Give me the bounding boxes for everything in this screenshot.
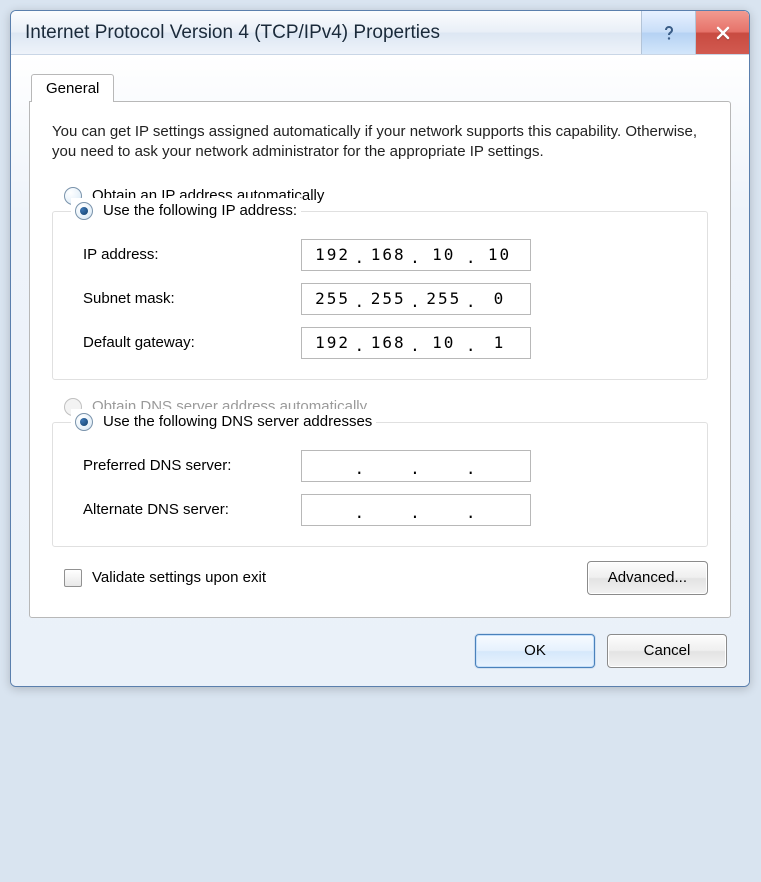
default-gateway-label: Default gateway: [71,334,301,351]
ip-octet: 0 [479,289,519,308]
ip-octet: 168 [368,333,408,352]
window-title: Internet Protocol Version 4 (TCP/IPv4) P… [25,22,641,44]
cancel-button[interactable]: Cancel [607,634,727,668]
subnet-mask-input[interactable]: 255. 255. 255. 0 [301,283,531,315]
ok-button[interactable]: OK [475,634,595,668]
subnet-mask-label: Subnet mask: [71,290,301,307]
radio-ip-manual-row[interactable]: Use the following IP address: [75,198,297,224]
validate-checkbox[interactable] [64,569,82,587]
validate-checkbox-row[interactable]: Validate settings upon exit [52,569,266,587]
preferred-dns-row: Preferred DNS server: . . . [71,444,689,488]
radio-ip-manual-label: Use the following IP address: [103,202,297,219]
radio-ip-manual[interactable] [75,202,93,220]
ip-fieldset: Use the following IP address: IP address… [52,211,708,380]
validate-checkbox-label: Validate settings upon exit [92,569,266,586]
help-button[interactable] [641,11,695,54]
ip-octet: 192 [313,333,353,352]
default-gateway-input[interactable]: 192. 168. 10. 1 [301,327,531,359]
ip-octet: 168 [368,245,408,264]
radio-dns-manual-row[interactable]: Use the following DNS server addresses [75,409,372,435]
ip-octet: 192 [313,245,353,264]
dialog-body: General You can get IP settings assigned… [11,55,749,686]
close-icon [714,24,732,42]
alternate-dns-row: Alternate DNS server: . . . [71,488,689,532]
window-buttons [641,11,749,54]
ip-octet: 255 [313,289,353,308]
properties-dialog: Internet Protocol Version 4 (TCP/IPv4) P… [10,10,750,687]
radio-dns-manual-label: Use the following DNS server addresses [103,413,372,430]
ip-octet: 1 [479,333,519,352]
tab-container: General You can get IP settings assigned… [29,73,731,618]
ip-octet: 255 [368,289,408,308]
preferred-dns-label: Preferred DNS server: [71,457,301,474]
advanced-button[interactable]: Advanced... [587,561,708,595]
ip-octet: 10 [424,245,464,264]
alternate-dns-label: Alternate DNS server: [71,501,301,518]
dns-fieldset: Use the following DNS server addresses P… [52,422,708,547]
bottom-row: Validate settings upon exit Advanced... [52,561,708,595]
ip-address-row: IP address: 192. 168. 10. 10 [71,233,689,277]
ip-octet: 255 [424,289,464,308]
tab-general[interactable]: General [31,74,114,102]
default-gateway-row: Default gateway: 192. 168. 10. 1 [71,321,689,365]
close-button[interactable] [695,11,749,54]
preferred-dns-input[interactable]: . . . [301,450,531,482]
ip-octet: 10 [479,245,519,264]
radio-dns-manual[interactable] [75,413,93,431]
ip-octet: 10 [424,333,464,352]
ip-address-label: IP address: [71,246,301,263]
subnet-mask-row: Subnet mask: 255. 255. 255. 0 [71,277,689,321]
titlebar: Internet Protocol Version 4 (TCP/IPv4) P… [11,11,749,55]
intro-text: You can get IP settings assigned automat… [52,122,708,163]
ip-address-input[interactable]: 192. 168. 10. 10 [301,239,531,271]
tab-panel-general: You can get IP settings assigned automat… [29,101,731,618]
dialog-buttons: OK Cancel [29,618,731,668]
alternate-dns-input[interactable]: . . . [301,494,531,526]
help-icon [660,24,678,42]
